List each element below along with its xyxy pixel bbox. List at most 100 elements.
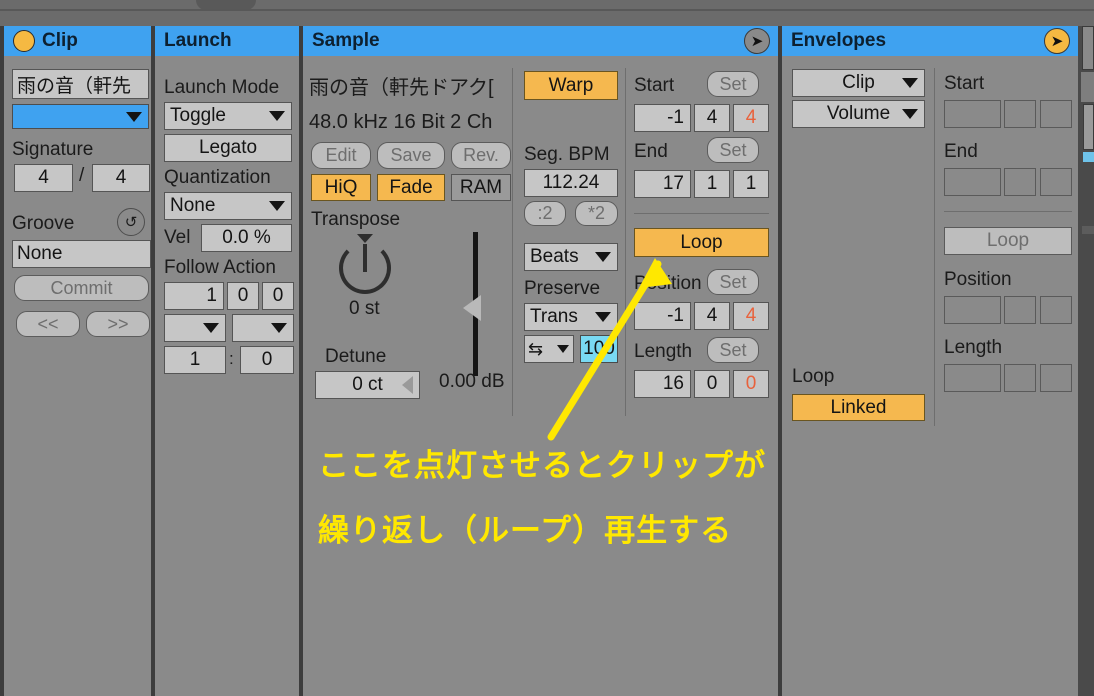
loop-section-divider bbox=[634, 213, 769, 214]
envelope-position-bars-field[interactable] bbox=[944, 296, 1001, 324]
clip-start-set-button[interactable]: Set bbox=[707, 71, 759, 97]
envelope-position-beats-field[interactable] bbox=[1004, 296, 1036, 324]
window-top-chrome bbox=[0, 0, 1094, 26]
envelope-end-sixteenths-field[interactable] bbox=[1040, 168, 1072, 196]
envelope-start-sixteenths-field[interactable] bbox=[1040, 100, 1072, 128]
envelope-linked-button[interactable]: Linked bbox=[792, 394, 925, 421]
warp-toggle-button[interactable]: Warp bbox=[524, 71, 618, 100]
transient-envelope-field[interactable]: 100 bbox=[580, 335, 618, 363]
transpose-label: Transpose bbox=[311, 209, 401, 230]
groove-refresh-icon[interactable]: ↺ bbox=[117, 208, 145, 236]
loop-length-sixteenths-field[interactable]: 0 bbox=[733, 370, 769, 398]
transient-loop-mode-dropdown[interactable]: ⇆ bbox=[524, 335, 574, 363]
clip-end-set-button[interactable]: Set bbox=[707, 137, 759, 163]
preserve-label: Preserve bbox=[524, 278, 601, 299]
velocity-amount-field[interactable]: 0.0 % bbox=[201, 224, 292, 252]
groove-commit-button[interactable]: Commit bbox=[14, 275, 149, 301]
envelope-length-label: Length bbox=[944, 337, 1003, 358]
envelope-device-dropdown[interactable]: Clip bbox=[792, 69, 925, 97]
envelopes-panel-header[interactable]: Envelopes ➤ bbox=[782, 26, 1078, 56]
transpose-knob[interactable] bbox=[339, 242, 391, 294]
chevron-down-icon bbox=[902, 109, 918, 119]
sample-gain-value[interactable]: 0.00 dB bbox=[439, 372, 505, 392]
signature-numerator-field[interactable]: 4 bbox=[14, 164, 73, 192]
envelope-length-sixteenths-field[interactable] bbox=[1040, 364, 1072, 392]
sample-save-button[interactable]: Save bbox=[377, 142, 445, 169]
envelopes-arrow-right-circle-icon[interactable]: ➤ bbox=[1044, 28, 1070, 54]
sliver-box-2 bbox=[1081, 72, 1094, 102]
envelopes-panel-title: Envelopes bbox=[791, 30, 887, 51]
launch-mode-dropdown[interactable]: Toggle bbox=[164, 102, 292, 130]
loop-length-bars-field[interactable]: 16 bbox=[634, 370, 691, 398]
follow-action-sixteenths-field[interactable]: 0 bbox=[262, 282, 294, 310]
sample-panel-header[interactable]: Sample ➤ bbox=[303, 26, 778, 56]
sample-reverse-button[interactable]: Rev. bbox=[451, 142, 511, 169]
follow-action-a-dropdown[interactable] bbox=[164, 314, 226, 342]
clip-panel-title: Clip bbox=[42, 30, 78, 51]
envelope-start-bars-field[interactable] bbox=[944, 100, 1001, 128]
signature-denominator-field[interactable]: 4 bbox=[92, 164, 150, 192]
sample-panel-body: 雨の音（軒先ドアク[ 48.0 kHz 16 Bit 2 Ch Edit Sav… bbox=[303, 56, 778, 696]
loop-toggle-button[interactable]: Loop bbox=[634, 228, 769, 257]
envelope-position-sixteenths-field[interactable] bbox=[1040, 296, 1072, 324]
sample-ram-button[interactable]: RAM bbox=[451, 174, 511, 201]
envelope-length-beats-field[interactable] bbox=[1004, 364, 1036, 392]
loop-length-set-button[interactable]: Set bbox=[707, 337, 759, 363]
warp-mode-dropdown[interactable]: Beats bbox=[524, 243, 618, 271]
detune-spinner-icon[interactable] bbox=[402, 376, 413, 394]
seg-bpm-field[interactable]: 112.24 bbox=[524, 169, 618, 197]
launch-panel-header[interactable]: Launch bbox=[155, 26, 299, 56]
clip-end-sixteenths-field[interactable]: 1 bbox=[733, 170, 769, 198]
groove-prev-button[interactable]: << bbox=[16, 311, 80, 337]
envelope-loop-toggle-button[interactable]: Loop bbox=[944, 227, 1072, 255]
sample-fade-button[interactable]: Fade bbox=[377, 174, 445, 201]
loop-position-beats-field[interactable]: 4 bbox=[694, 302, 730, 330]
envelope-end-beats-field[interactable] bbox=[1004, 168, 1036, 196]
preserve-dropdown[interactable]: Trans bbox=[524, 303, 618, 331]
clip-end-beats-field[interactable]: 1 bbox=[694, 170, 730, 198]
loop-length-beats-field[interactable]: 0 bbox=[694, 370, 730, 398]
clip-name-field[interactable]: 雨の音（軒先 bbox=[12, 69, 149, 99]
transpose-value[interactable]: 0 st bbox=[349, 299, 380, 319]
quantization-dropdown[interactable]: None bbox=[164, 192, 292, 220]
launch-mode-label: Launch Mode bbox=[164, 77, 280, 98]
chevron-down-icon bbox=[557, 345, 569, 353]
clip-color-dropdown[interactable] bbox=[12, 104, 149, 129]
sample-gain-slider-handle[interactable] bbox=[463, 295, 481, 321]
chevron-down-icon bbox=[595, 252, 611, 262]
envelope-position-label: Position bbox=[944, 269, 1012, 290]
envelope-end-bars-field[interactable] bbox=[944, 168, 1001, 196]
envelope-device-value: Clip bbox=[842, 72, 875, 93]
sample-arrow-right-circle-icon[interactable]: ➤ bbox=[744, 28, 770, 54]
clip-end-bars-field[interactable]: 17 bbox=[634, 170, 691, 198]
groove-value-field[interactable]: None bbox=[12, 240, 151, 268]
envelopes-panel-body: Clip Volume Loop Linked Start End Loop P… bbox=[782, 56, 1078, 696]
signature-slash: / bbox=[79, 165, 85, 186]
follow-chance-b-field[interactable]: 0 bbox=[240, 346, 294, 374]
follow-action-b-dropdown[interactable] bbox=[232, 314, 294, 342]
sample-edit-button[interactable]: Edit bbox=[311, 142, 371, 169]
envelope-start-beats-field[interactable] bbox=[1004, 100, 1036, 128]
chevron-down-icon bbox=[203, 323, 219, 333]
sample-file-name[interactable]: 雨の音（軒先ドアク[ bbox=[309, 78, 494, 98]
preserve-value: Trans bbox=[530, 306, 578, 327]
sliver-divider bbox=[1082, 226, 1094, 234]
follow-chance-a-field[interactable]: 1 bbox=[164, 346, 226, 374]
loop-position-set-button[interactable]: Set bbox=[707, 269, 759, 295]
clip-start-sixteenths-field[interactable]: 4 bbox=[733, 104, 769, 132]
clip-panel-header[interactable]: Clip bbox=[4, 26, 151, 56]
envelope-length-bars-field[interactable] bbox=[944, 364, 1001, 392]
clip-start-bars-field[interactable]: -1 bbox=[634, 104, 691, 132]
follow-action-beats-field[interactable]: 0 bbox=[227, 282, 259, 310]
sample-hiq-button[interactable]: HiQ bbox=[311, 174, 371, 201]
seg-bpm-double-button[interactable]: *2 bbox=[575, 201, 618, 226]
loop-position-sixteenths-field[interactable]: 4 bbox=[733, 302, 769, 330]
loop-position-bars-field[interactable]: -1 bbox=[634, 302, 691, 330]
envelope-parameter-dropdown[interactable]: Volume bbox=[792, 100, 925, 128]
clip-color-dot-icon[interactable] bbox=[13, 30, 35, 52]
seg-bpm-halve-button[interactable]: :2 bbox=[524, 201, 566, 226]
legato-button[interactable]: Legato bbox=[164, 134, 292, 162]
clip-start-beats-field[interactable]: 4 bbox=[694, 104, 730, 132]
groove-next-button[interactable]: >> bbox=[86, 311, 150, 337]
follow-action-bars-field[interactable]: 1 bbox=[164, 282, 224, 310]
